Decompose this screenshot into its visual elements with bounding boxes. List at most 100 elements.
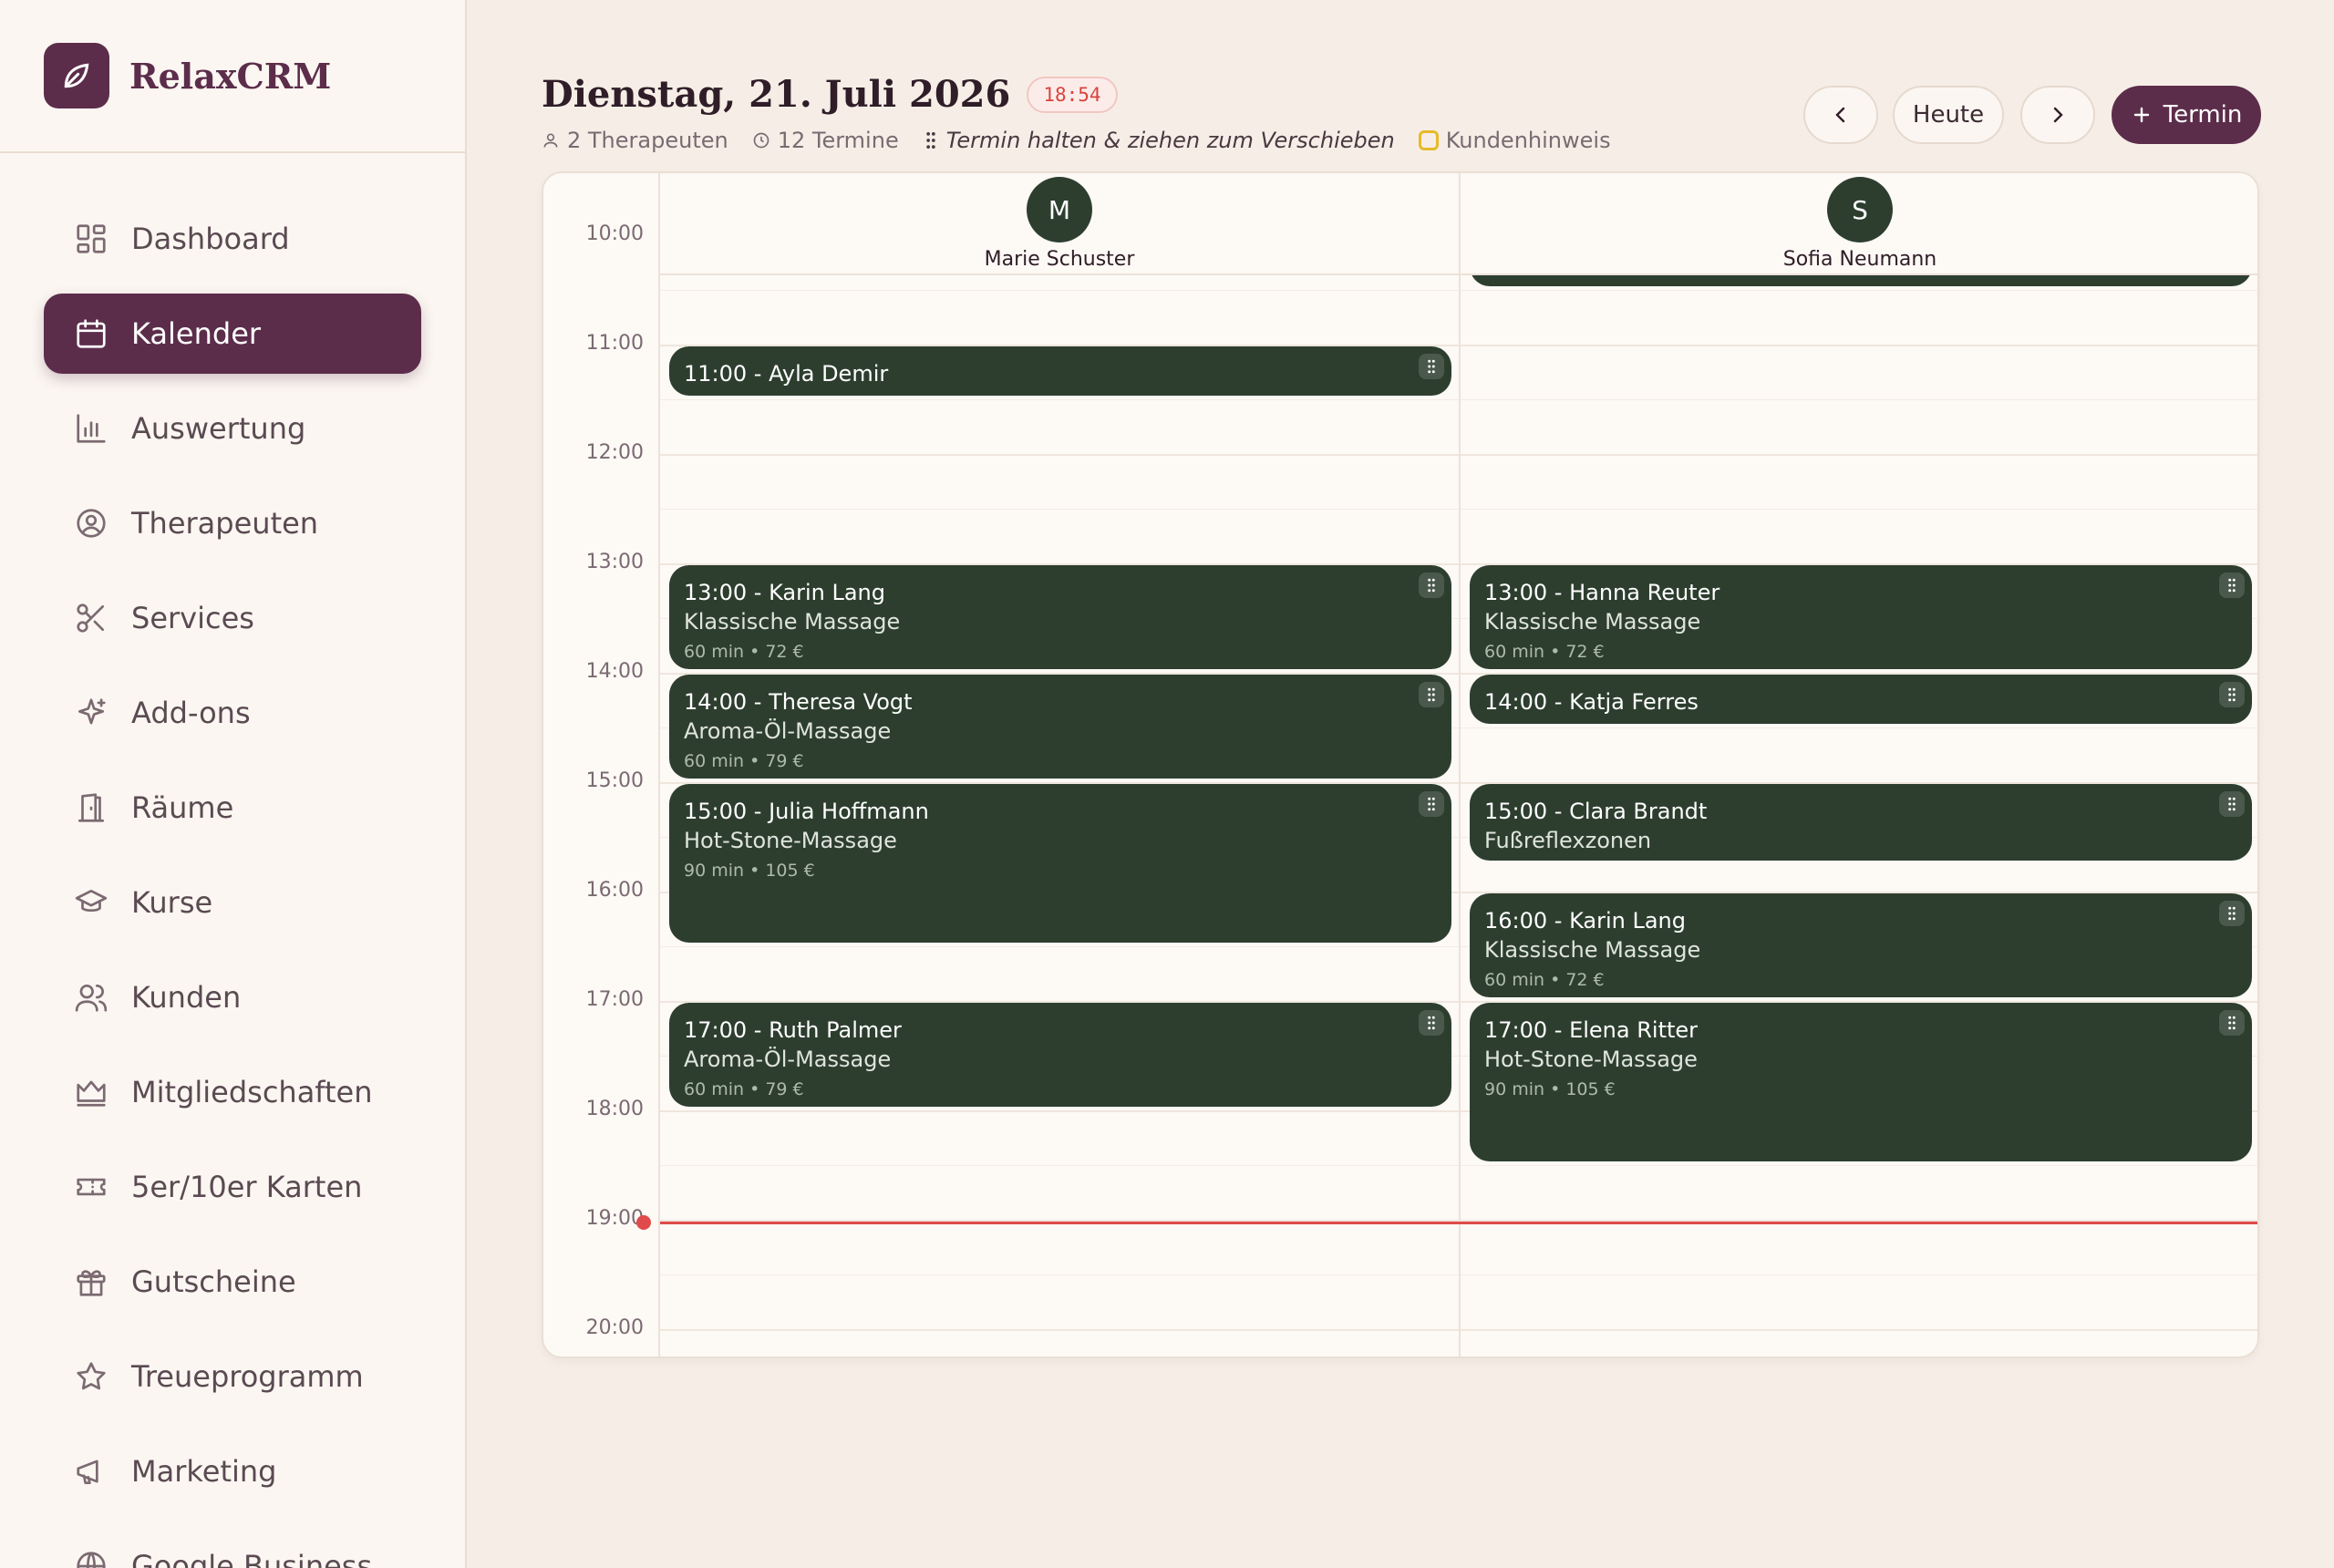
brand[interactable]: RelaxCRM	[0, 0, 465, 153]
appointment-card[interactable]: 17:00 - Ruth Palmer Aroma-Öl-Massage 60 mi…	[669, 1003, 1451, 1107]
new-appointment-button[interactable]: Termin	[2112, 86, 2261, 144]
drag-handle-icon[interactable]	[2219, 682, 2245, 707]
drag-handle-icon[interactable]	[1419, 791, 1444, 817]
grid-line	[1461, 509, 2257, 510]
time-label: 20:00	[585, 1316, 644, 1339]
grid-line	[660, 509, 1459, 510]
sidebar-item-kunden[interactable]: Kunden	[44, 957, 421, 1037]
sidebar-item-label: Kalender	[131, 316, 262, 351]
appointment-title: 13:00 - Karin Lang	[684, 580, 886, 605]
appointment-service: Hot-Stone-Massage	[684, 828, 897, 853]
dashboard-icon	[73, 221, 109, 257]
therapist-column[interactable]: M Marie Schuster 11:00 - Ayla Demir 13:00 -…	[660, 173, 1461, 1357]
sidebar-item-label: Kurse	[131, 885, 213, 920]
sidebar-item-5er-10er-karten[interactable]: 5er/10er Karten	[44, 1147, 421, 1227]
drag-handle-icon[interactable]	[1419, 682, 1444, 707]
appointment-price: 60 min • 79 €	[684, 1079, 804, 1099]
sidebar-item-google-business[interactable]: Google Business	[44, 1526, 421, 1568]
header-meta: 2 Therapeuten 12 Termine Termin halten &…	[542, 128, 1611, 153]
appointment-card[interactable]: 13:00 - Karin Lang Klassische Massage 60 m…	[669, 565, 1451, 669]
avatar: M	[1027, 177, 1092, 242]
grid-line	[660, 399, 1459, 400]
sidebar-item-label: Auswertung	[131, 411, 306, 446]
grid-line	[1461, 727, 2257, 728]
grid-line	[1461, 1274, 2257, 1275]
appointment-title: 16:00 - Karin Lang	[1484, 908, 1687, 934]
appointment-card[interactable]: 15:00 - Clara Brandt Fußreflexzonen	[1470, 784, 2252, 861]
therapist-count: 2 Therapeuten	[542, 128, 728, 153]
prev-day-button[interactable]	[1803, 86, 1878, 144]
appointment-count: 12 Termine	[752, 128, 899, 153]
therapist-column[interactable]: SSofia Neumann10:00 - Clara Brandt13:00 …	[1461, 173, 2257, 1357]
therapist-header[interactable]: S Sofia Neumann	[1461, 173, 2257, 275]
sidebar-item-dashboard[interactable]: Dashboard	[44, 199, 421, 279]
gift-icon	[73, 1264, 109, 1300]
appointment-title: 15:00 - Clara Brandt	[1484, 799, 1708, 824]
drag-handle-icon[interactable]	[2219, 573, 2245, 598]
appointment-card[interactable]: 15:00 - Julia Hoffmann Hot-Stone-Massage 9…	[669, 784, 1451, 943]
drag-handle-icon[interactable]	[1419, 354, 1444, 379]
drag-hint: Termin halten & ziehen zum Verschieben	[923, 128, 1395, 153]
today-button[interactable]: Heute	[1893, 86, 2004, 144]
ticket-icon	[73, 1169, 109, 1205]
appointment-service: Klassische Massage	[684, 609, 901, 634]
bar-chart-icon	[73, 410, 109, 447]
grid-line	[660, 454, 1459, 456]
time-label: 15:00	[585, 769, 644, 792]
time-label: 18:00	[585, 1098, 644, 1120]
appointment-card[interactable]: 14:00 - Katja Ferres	[1470, 675, 2252, 724]
appointment-card[interactable]: 13:00 - Hanna Reuter Klassische Massage 60…	[1470, 565, 2252, 669]
sidebar-item-therapeuten[interactable]: Therapeuten	[44, 483, 421, 563]
grid-line	[1461, 345, 2257, 346]
appointment-price: 60 min • 72 €	[1484, 970, 1605, 990]
therapist-header[interactable]: M Marie Schuster	[660, 173, 1459, 275]
appointment-price: 60 min • 79 €	[684, 751, 804, 771]
appointment-price: 90 min • 105 €	[684, 861, 815, 881]
time-label: 10:00	[585, 222, 644, 245]
sidebar-item-marketing[interactable]: Marketing	[44, 1431, 421, 1511]
sidebar-item-kurse[interactable]: Kurse	[44, 862, 421, 943]
appointment-title: 17:00 - Ruth Palmer	[684, 1017, 902, 1043]
sidebar-item-gutscheine[interactable]: Gutscheine	[44, 1242, 421, 1322]
sidebar-item-auswertung[interactable]: Auswertung	[44, 388, 421, 469]
appointment-price: 60 min • 72 €	[684, 642, 804, 662]
time-label: 13:00	[585, 551, 644, 573]
time-label: 12:00	[585, 441, 644, 464]
drag-handle-icon[interactable]	[2219, 1010, 2245, 1036]
sidebar-item-label: Räume	[131, 790, 234, 825]
sidebar-item-mitgliedschaften[interactable]: Mitgliedschaften	[44, 1052, 421, 1132]
appointment-card[interactable]: 11:00 - Ayla Demir	[669, 346, 1451, 396]
sidebar-item-label: Marketing	[131, 1454, 277, 1489]
grid-line	[660, 1274, 1459, 1275]
sparkle-icon	[73, 695, 109, 731]
appointment-card[interactable]: 16:00 - Karin Lang Klassische Massage 60 m…	[1470, 893, 2252, 997]
star-icon	[73, 1358, 109, 1395]
sidebar-item-räume[interactable]: Räume	[44, 768, 421, 848]
grid-line	[1461, 1165, 2257, 1166]
drag-handle-icon[interactable]	[1419, 1010, 1444, 1036]
legend-swatch-icon	[1418, 130, 1439, 150]
grip-icon	[925, 132, 935, 149]
sidebar-item-kalender[interactable]: Kalender	[44, 294, 421, 374]
appointment-card[interactable]: 17:00 - Elena Ritter Hot-Stone-Massage 90 …	[1470, 1003, 2252, 1161]
calendar-icon	[73, 315, 109, 352]
scissors-icon	[73, 600, 109, 636]
users-icon	[73, 979, 109, 1016]
drag-handle-icon[interactable]	[1419, 573, 1444, 598]
globe-icon	[73, 1548, 109, 1568]
current-time-line	[660, 1222, 2257, 1224]
sidebar-item-services[interactable]: Services	[44, 578, 421, 658]
drag-handle-icon[interactable]	[2219, 791, 2245, 817]
grid-line	[1461, 454, 2257, 456]
appointment-card[interactable]: 14:00 - Theresa Vogt Aroma-Öl-Massage 60 m…	[669, 675, 1451, 779]
drag-handle-icon[interactable]	[2219, 901, 2245, 926]
user-icon	[543, 133, 558, 148]
sidebar-item-label: Google Business	[131, 1549, 373, 1568]
appointment-title: 14:00 - Theresa Vogt	[684, 689, 913, 715]
sidebar-item-treueprogramm[interactable]: Treueprogramm	[44, 1336, 421, 1417]
next-day-button[interactable]	[2020, 86, 2095, 144]
grid-line	[660, 290, 1459, 291]
sidebar-nav: Dashboard Kalender Auswertung Therapeuten Se…	[44, 199, 421, 1568]
appointment-service: Hot-Stone-Massage	[1484, 1047, 1698, 1072]
sidebar-item-add-ons[interactable]: Add-ons	[44, 673, 421, 753]
